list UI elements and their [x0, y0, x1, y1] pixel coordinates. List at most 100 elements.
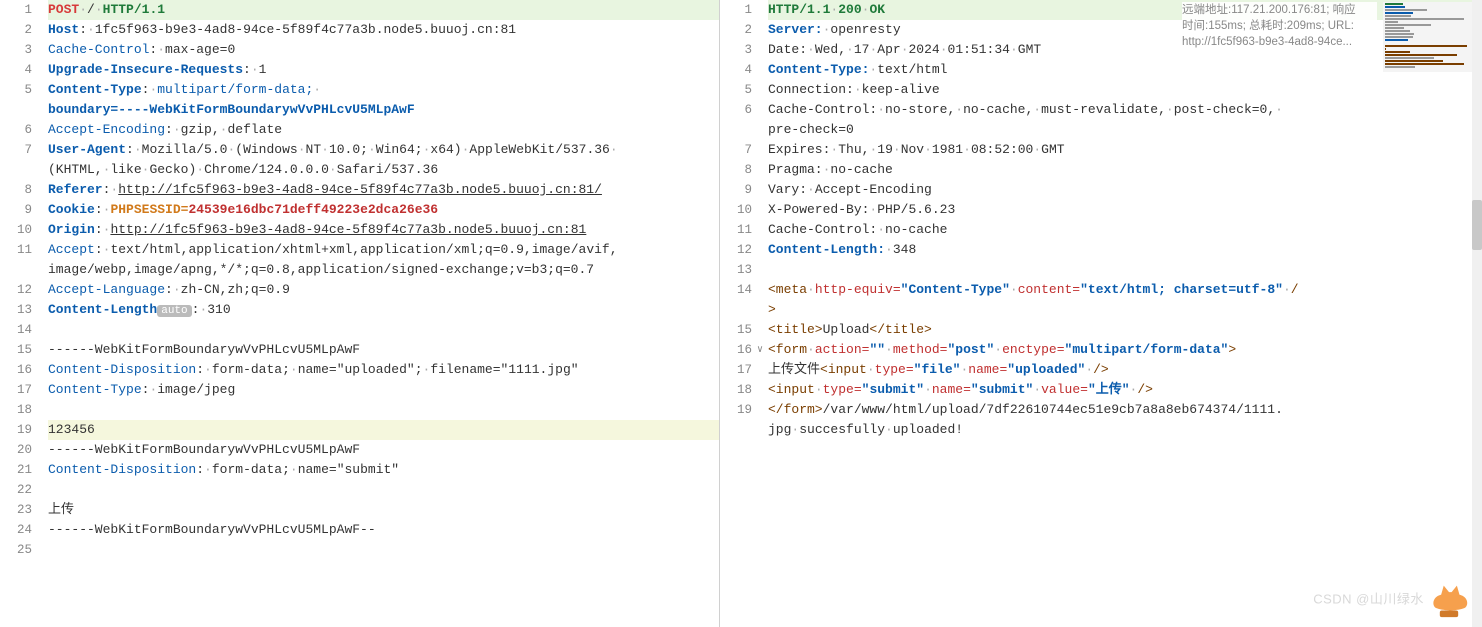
fold-chevron-icon[interactable]: ∨ — [754, 344, 766, 356]
code-line[interactable]: 123456 — [48, 420, 719, 440]
code-line[interactable]: Content-Disposition:·form-data;·name="su… — [48, 460, 719, 480]
code-line[interactable]: Origin:·http://1fc5f963-b9e3-4ad8-94ce-5… — [48, 220, 719, 240]
code-line[interactable]: Content-Type:·text/html — [768, 60, 1482, 80]
code-line[interactable]: <meta·http-equiv="Content-Type"·content=… — [768, 280, 1482, 300]
code-line[interactable]: ------WebKitFormBoundarywVvPHLcvU5MLpAwF — [48, 440, 719, 460]
line-gutter-right[interactable]: 12345678910111213141516171819 — [720, 0, 760, 627]
line-number[interactable]: 13 — [0, 300, 32, 320]
code-line[interactable]: Content-Lengthauto:·310 — [48, 300, 719, 320]
code-line[interactable]: Content-Length:·348 — [768, 240, 1482, 260]
code-line[interactable]: (KHTML,·like·Gecko)·Chrome/124.0.0.0·Saf… — [48, 160, 719, 180]
code-line[interactable]: Content-Disposition:·form-data;·name="up… — [48, 360, 719, 380]
line-number[interactable]: 14 — [720, 280, 752, 300]
line-number[interactable]: 6 — [720, 100, 752, 120]
code-line[interactable]: Accept-Encoding:·gzip,·deflate — [48, 120, 719, 140]
scrollbar-thumb[interactable] — [1472, 200, 1482, 250]
code-line[interactable]: <title>Upload</title> — [768, 320, 1482, 340]
line-number[interactable]: 17 — [0, 380, 32, 400]
line-number[interactable]: 19 — [720, 400, 752, 420]
code-line[interactable]: Cache-Control:·no-store,·no-cache,·must-… — [768, 100, 1482, 120]
code-line[interactable]: jpg·succesfully·uploaded! — [768, 420, 1482, 440]
line-number[interactable]: 11 — [0, 240, 32, 260]
line-number[interactable]: 12 — [0, 280, 32, 300]
line-number[interactable] — [0, 100, 32, 120]
line-number[interactable]: 14 — [0, 320, 32, 340]
line-number[interactable]: 4 — [720, 60, 752, 80]
code-line[interactable]: Expires:·Thu,·19·Nov·1981·08:52:00·GMT — [768, 140, 1482, 160]
request-pane[interactable]: 1234567891011121314151617181920212223242… — [0, 0, 720, 627]
code-line[interactable] — [48, 480, 719, 500]
code-line[interactable]: ------WebKitFormBoundarywVvPHLcvU5MLpAwF — [48, 340, 719, 360]
line-number[interactable]: 18 — [0, 400, 32, 420]
line-number[interactable]: 13 — [720, 260, 752, 280]
line-number[interactable]: 2 — [0, 20, 32, 40]
line-number[interactable]: 22 — [0, 480, 32, 500]
line-number[interactable]: 16 — [720, 340, 752, 360]
code-line[interactable] — [48, 540, 719, 560]
line-number[interactable]: 10 — [720, 200, 752, 220]
code-line[interactable]: Accept-Language:·zh-CN,zh;q=0.9 — [48, 280, 719, 300]
line-number[interactable]: 20 — [0, 440, 32, 460]
response-code[interactable]: HTTP/1.1·200·OKServer:·openrestyDate:·We… — [768, 0, 1482, 440]
code-line[interactable]: Accept:·text/html,application/xhtml+xml,… — [48, 240, 719, 260]
code-line[interactable]: Upgrade-Insecure-Requests:·1 — [48, 60, 719, 80]
code-line[interactable]: pre-check=0 — [768, 120, 1482, 140]
line-number[interactable]: 11 — [720, 220, 752, 240]
line-number[interactable]: 3 — [0, 40, 32, 60]
line-number[interactable] — [0, 260, 32, 280]
code-line[interactable]: ------WebKitFormBoundarywVvPHLcvU5MLpAwF… — [48, 520, 719, 540]
line-number[interactable]: 5 — [720, 80, 752, 100]
line-number[interactable]: 1 — [720, 0, 752, 20]
line-number[interactable]: 3 — [720, 40, 752, 60]
line-number[interactable]: 23 — [0, 500, 32, 520]
code-line[interactable]: Content-Type:·image/jpeg — [48, 380, 719, 400]
minimap[interactable] — [1383, 2, 1478, 72]
line-number[interactable]: 9 — [0, 200, 32, 220]
line-gutter-left[interactable]: 1234567891011121314151617181920212223242… — [0, 0, 40, 627]
code-line[interactable]: Referer:·http://1fc5f963-b9e3-4ad8-94ce-… — [48, 180, 719, 200]
code-line[interactable]: boundary=----WebKitFormBoundarywVvPHLcvU… — [48, 100, 719, 120]
line-number[interactable]: 25 — [0, 540, 32, 560]
request-code[interactable]: POST·/·HTTP/1.1Host:·1fc5f963-b9e3-4ad8-… — [48, 0, 719, 560]
code-line[interactable]: image/webp,image/apng,*/*;q=0.8,applicat… — [48, 260, 719, 280]
line-number[interactable]: 8 — [720, 160, 752, 180]
code-line[interactable]: Cookie:·PHPSESSID=24539e16dbc71deff49223… — [48, 200, 719, 220]
line-number[interactable]: 16 — [0, 360, 32, 380]
line-number[interactable]: 7 — [0, 140, 32, 160]
line-number[interactable]: 1 — [0, 0, 32, 20]
code-line[interactable]: > — [768, 300, 1482, 320]
vertical-scrollbar[interactable] — [1472, 0, 1482, 627]
line-number[interactable]: 7 — [720, 140, 752, 160]
line-number[interactable]: 10 — [0, 220, 32, 240]
line-number[interactable]: 18 — [720, 380, 752, 400]
code-line[interactable]: <input·type="submit"·name="submit"·value… — [768, 380, 1482, 400]
response-pane[interactable]: 12345678910111213141516171819 HTTP/1.1·2… — [720, 0, 1482, 627]
code-line[interactable]: Cache-Control:·no-cache — [768, 220, 1482, 240]
line-number[interactable]: 21 — [0, 460, 32, 480]
code-line[interactable]: X-Powered-By:·PHP/5.6.23 — [768, 200, 1482, 220]
line-number[interactable]: 4 — [0, 60, 32, 80]
code-line[interactable] — [48, 320, 719, 340]
line-number[interactable]: 17 — [720, 360, 752, 380]
line-number[interactable] — [720, 300, 752, 320]
code-line[interactable]: Cache-Control:·max-age=0 — [48, 40, 719, 60]
code-line[interactable]: Content-Type:·multipart/form-data;· — [48, 80, 719, 100]
code-line[interactable]: 上传 — [48, 500, 719, 520]
code-line[interactable] — [768, 260, 1482, 280]
line-number[interactable]: 2 — [720, 20, 752, 40]
code-line[interactable]: Connection:·keep-alive — [768, 80, 1482, 100]
code-line[interactable]: User-Agent:·Mozilla/5.0·(Windows·NT·10.0… — [48, 140, 719, 160]
code-line[interactable]: <form·action=""·method="post"·enctype="m… — [768, 340, 1482, 360]
line-number[interactable] — [720, 420, 752, 440]
line-number[interactable] — [720, 120, 752, 140]
line-number[interactable]: 15 — [720, 320, 752, 340]
code-line[interactable]: Host:·1fc5f963-b9e3-4ad8-94ce-5f89f4c77a… — [48, 20, 719, 40]
line-number[interactable]: 15 — [0, 340, 32, 360]
line-number[interactable]: 19 — [0, 420, 32, 440]
code-line[interactable]: Vary:·Accept-Encoding — [768, 180, 1482, 200]
line-number[interactable]: 9 — [720, 180, 752, 200]
code-line[interactable]: POST·/·HTTP/1.1 — [48, 0, 719, 20]
code-line[interactable]: Pragma:·no-cache — [768, 160, 1482, 180]
line-number[interactable]: 5 — [0, 80, 32, 100]
code-line[interactable]: </form>/var/www/html/upload/7df22610744e… — [768, 400, 1482, 420]
